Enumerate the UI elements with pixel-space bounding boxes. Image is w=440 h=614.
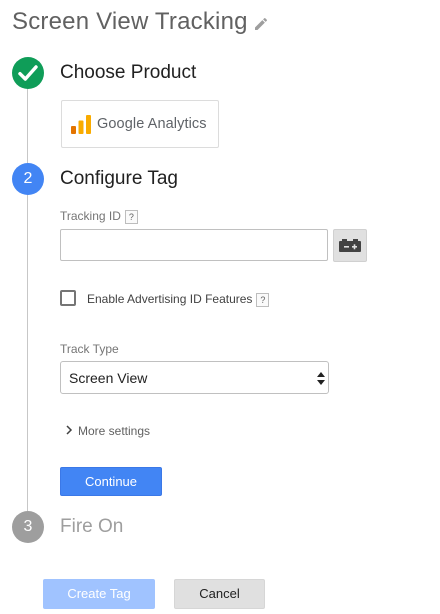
more-settings-label: More settings xyxy=(78,424,151,438)
advertising-id-label-text: Enable Advertising ID Features xyxy=(87,292,253,306)
step-timeline xyxy=(27,88,28,512)
step-1-title[interactable]: Choose Product xyxy=(60,62,196,84)
track-type-selected-value: Screen View xyxy=(69,370,148,386)
advertising-id-help-icon[interactable]: ? xyxy=(256,292,270,307)
page-title: Screen View Tracking xyxy=(12,8,248,35)
advertising-id-label: Enable Advertising ID Features? xyxy=(87,292,270,307)
more-settings-toggle[interactable]: More settings xyxy=(64,424,150,438)
product-name: Google Analytics xyxy=(97,116,207,132)
step-3-badge: 3 xyxy=(12,511,44,543)
continue-button[interactable]: Continue xyxy=(60,467,162,496)
check-icon xyxy=(18,65,38,81)
step-3-title[interactable]: Fire On xyxy=(60,516,123,538)
step-2-badge: 2 xyxy=(12,163,44,195)
pencil-icon[interactable] xyxy=(253,16,269,32)
tracking-id-input[interactable] xyxy=(60,229,328,261)
create-tag-button[interactable]: Create Tag xyxy=(43,579,155,609)
track-type-label: Track Type xyxy=(60,342,119,356)
variable-picker-icon xyxy=(339,239,361,252)
step-2-title: Configure Tag xyxy=(60,168,178,189)
product-card-google-analytics[interactable]: Google Analytics xyxy=(61,100,219,148)
tracking-id-help-icon[interactable]: ? xyxy=(124,209,138,224)
tracking-id-label: Tracking ID? xyxy=(60,209,138,224)
tracking-id-label-text: Tracking ID xyxy=(60,209,121,223)
track-type-select[interactable]: Screen View xyxy=(60,361,329,394)
step-1-complete-badge xyxy=(12,57,44,89)
advertising-id-checkbox[interactable] xyxy=(60,290,76,306)
variable-picker-button[interactable] xyxy=(333,229,367,262)
google-analytics-logo-icon xyxy=(71,115,91,134)
chevron-right-icon xyxy=(66,425,73,435)
select-arrows-icon xyxy=(317,372,325,385)
cancel-button[interactable]: Cancel xyxy=(174,579,265,609)
